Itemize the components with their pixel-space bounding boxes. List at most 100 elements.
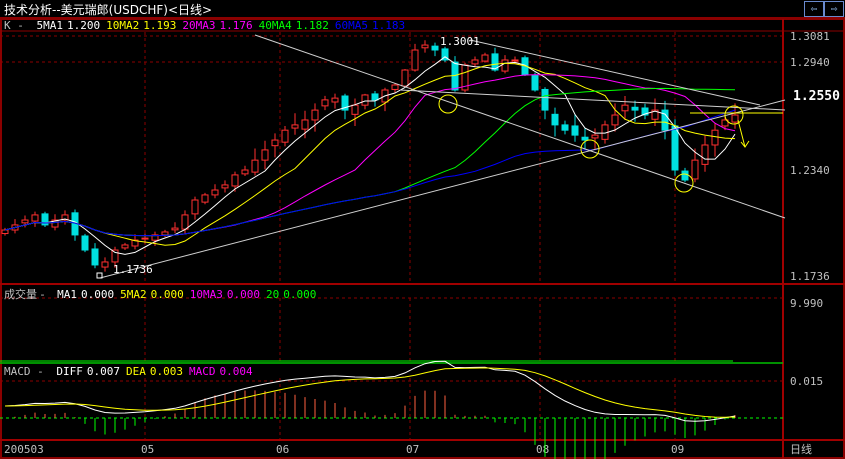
candle-body (281, 129, 289, 143)
candle-body (501, 59, 509, 72)
candle-body (611, 114, 619, 126)
candle (581, 128, 589, 150)
legend-label: 20 (265, 288, 280, 301)
candle-body (181, 214, 189, 230)
candle (621, 96, 629, 120)
legend-label: 5MA1 (36, 19, 64, 32)
price-chart: 1.3081 1.2940 1.2550 1.2340 1.1736 9.990 0.015… (0, 18, 845, 459)
candle (101, 257, 109, 272)
candle-body (561, 124, 569, 131)
legend-value: 0.003 (149, 365, 183, 378)
candle (81, 233, 89, 253)
candle-body (711, 129, 719, 146)
legend-label: 5MA2 (120, 288, 147, 301)
candle (261, 140, 269, 170)
candle-body (251, 159, 259, 173)
candle-body (81, 235, 89, 251)
candle (551, 107, 559, 137)
price-tick-label: 1.2340 (790, 164, 830, 177)
candle-body (541, 88, 549, 111)
x-tick-label: 200503 (4, 443, 44, 456)
candle-body (691, 159, 699, 180)
candle (131, 234, 139, 250)
candle (451, 56, 459, 92)
candle (561, 120, 569, 135)
candle (211, 184, 219, 199)
period-label: 日线 (790, 442, 812, 456)
candle-body (31, 214, 39, 222)
candle (161, 229, 169, 238)
candle (541, 87, 549, 120)
candle (11, 219, 19, 234)
candle-body (321, 99, 329, 107)
candle (121, 242, 129, 251)
candle-body (581, 136, 589, 141)
legend-label: 10MA3 (189, 288, 223, 301)
candle (351, 98, 359, 126)
candle (311, 103, 319, 132)
candle (421, 40, 429, 53)
legend-label: DEA (126, 365, 146, 378)
candle-body (241, 169, 249, 175)
candle (61, 210, 69, 225)
candle-body (681, 170, 689, 181)
arrow-down-icon (737, 119, 750, 148)
x-tick-label: 09 (671, 443, 684, 456)
candle (401, 68, 409, 88)
candle-body (351, 104, 359, 115)
candle-body (361, 94, 369, 106)
legend-prefix: K - (4, 19, 24, 32)
legend-label: MA1 (57, 288, 77, 301)
price-tick-label: 1.2550 (793, 89, 840, 104)
legend-prefix: MACD - (4, 365, 44, 378)
legend-value: 1.200 (67, 19, 101, 32)
candle-body (291, 124, 299, 129)
candle (381, 87, 389, 112)
candle (441, 46, 449, 63)
legend-value: 1.182 (295, 19, 329, 32)
candle (91, 243, 99, 269)
legend-label: 40MA4 (258, 19, 292, 32)
candle-body (331, 97, 339, 103)
candle (241, 165, 249, 176)
candle-body (431, 45, 439, 51)
candle-body (221, 184, 229, 189)
candle (41, 211, 49, 228)
candle (531, 72, 539, 92)
candle (471, 56, 479, 67)
candle-body (701, 144, 709, 165)
legend-value: 0.004 (219, 365, 253, 378)
candle (411, 43, 419, 72)
legend-label: 20MA3 (182, 19, 216, 32)
candle-body (411, 49, 419, 71)
candle (191, 196, 199, 220)
candle (221, 180, 229, 193)
x-tick-label: 08 (536, 443, 549, 456)
candle-body (481, 54, 489, 62)
candle-body (261, 149, 269, 161)
legend-value: 1.176 (219, 19, 253, 32)
candle (461, 62, 469, 93)
candle-body (311, 109, 319, 121)
candle (321, 95, 329, 111)
candle (571, 114, 579, 142)
candle (661, 100, 669, 140)
high-label: 1.3001 (440, 35, 480, 48)
candle (711, 123, 719, 157)
candle-body (231, 174, 239, 187)
candle-body (271, 139, 279, 147)
legend-value: 0.000 (226, 288, 260, 301)
candle (641, 103, 649, 120)
trend-line (469, 39, 761, 106)
candle-body (471, 59, 479, 65)
trend-line (99, 99, 786, 279)
candle-body (1, 229, 9, 235)
candle-body (191, 199, 199, 215)
x-tick-label: 05 (141, 443, 154, 456)
candle (371, 91, 379, 107)
legend-value: 0.000 (150, 288, 184, 301)
volume-legend: 成交量 - MA1 0.000 5MA2 0.000 10MA3 0.000 20 0.000 (4, 286, 322, 302)
candle-body (121, 244, 129, 249)
candle-body (211, 189, 219, 196)
low-label: 1.1736 (113, 263, 153, 276)
